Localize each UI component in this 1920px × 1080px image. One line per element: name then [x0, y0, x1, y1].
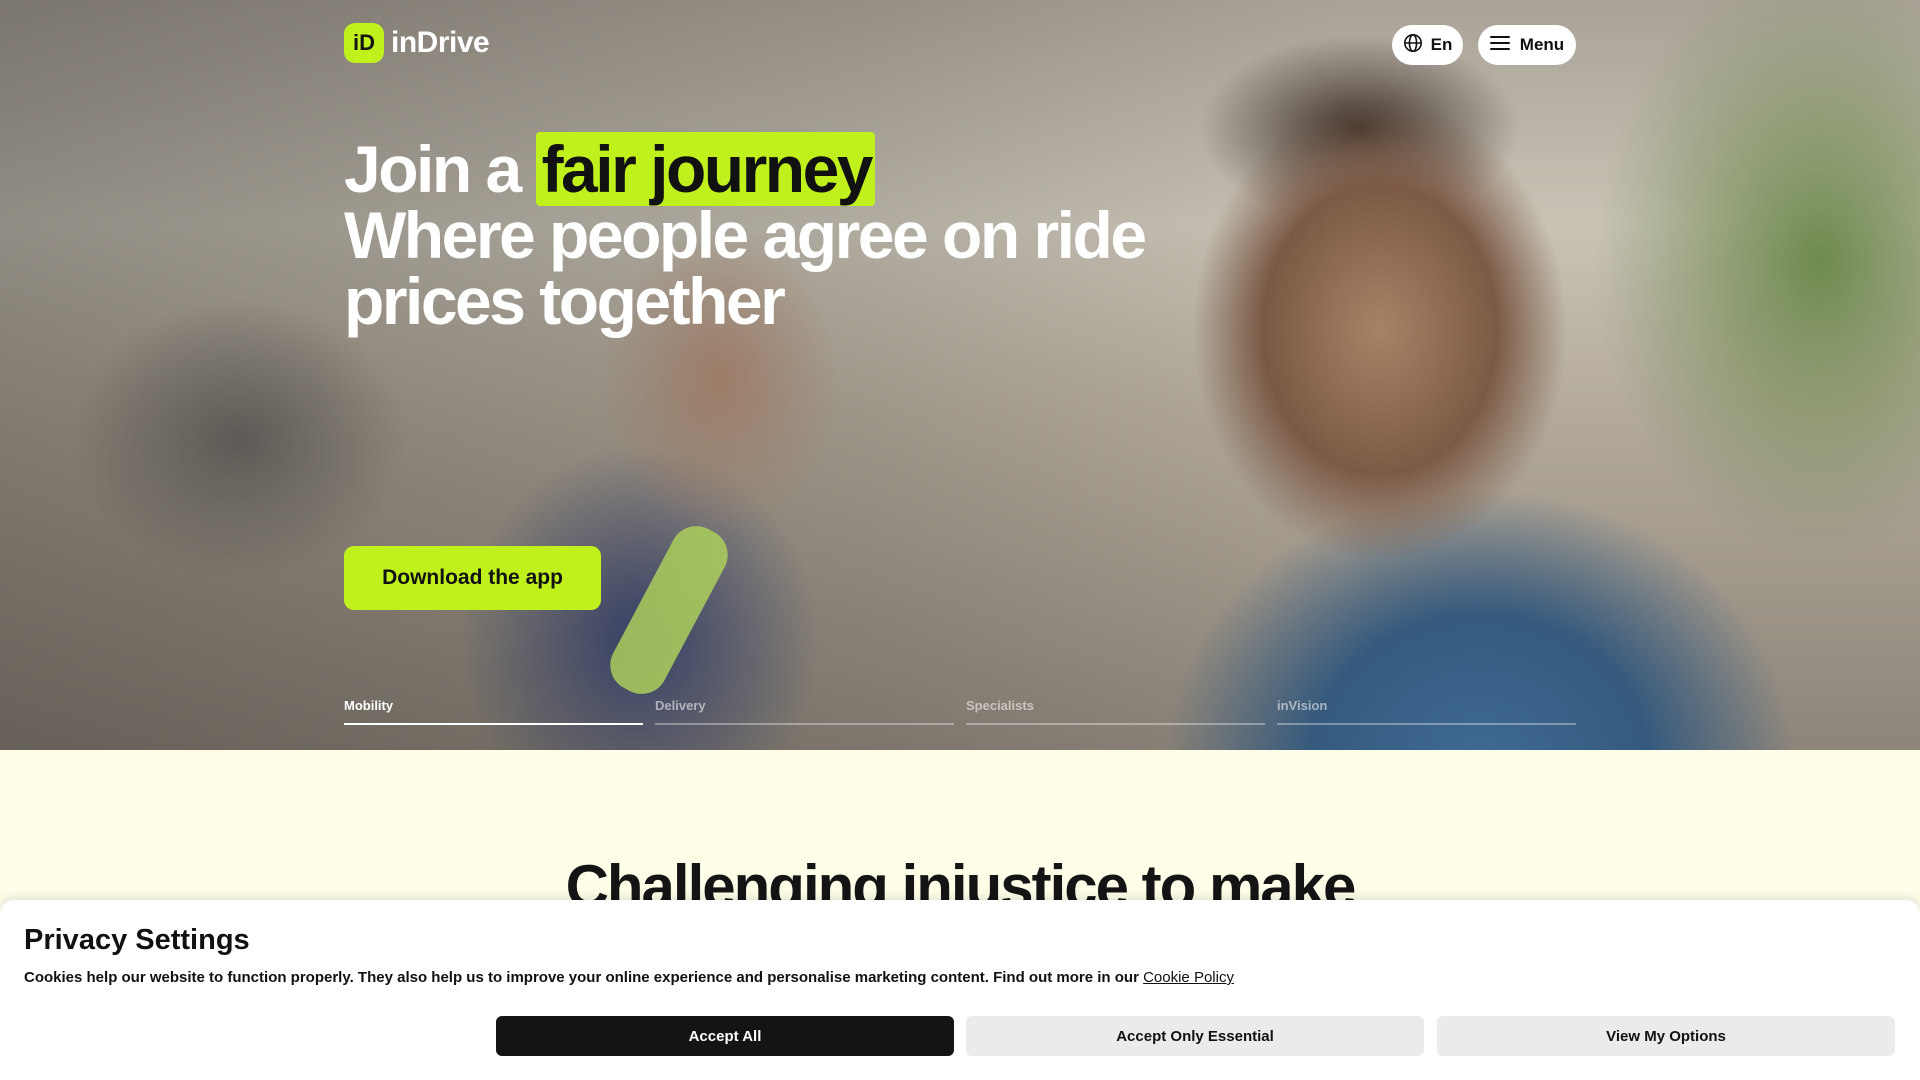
headline-line-2: Where people agree on ride	[344, 198, 1147, 272]
service-tabs: Mobility Delivery Specialists inVision	[344, 698, 1576, 725]
hamburger-icon	[1489, 35, 1510, 56]
cookie-policy-link[interactable]: Cookie Policy	[1143, 969, 1234, 986]
privacy-description: Cookies help our website to function pro…	[24, 969, 1234, 986]
headline-highlight: fair journey	[535, 132, 875, 206]
language-label: En	[1430, 35, 1453, 54]
tab-invision[interactable]: inVision	[1277, 698, 1576, 725]
brand-logo[interactable]: iD inDrive	[344, 23, 490, 63]
site-header: iD inDrive En Menu	[344, 22, 1576, 66]
privacy-banner: Privacy Settings Cookies help our websit…	[0, 900, 1920, 1080]
headline-prefix: Join a	[344, 132, 522, 206]
accept-essential-button[interactable]: Accept Only Essential	[966, 1016, 1424, 1056]
view-options-button[interactable]: View My Options	[1437, 1016, 1895, 1056]
tab-delivery[interactable]: Delivery	[655, 698, 954, 725]
language-button[interactable]: En	[1392, 25, 1463, 65]
privacy-text: Cookies help our website to function pro…	[24, 969, 1139, 986]
menu-button[interactable]: Menu	[1478, 25, 1576, 65]
accept-all-button[interactable]: Accept All	[496, 1016, 954, 1056]
download-app-button[interactable]: Download the app	[344, 546, 601, 610]
globe-icon	[1403, 33, 1423, 58]
logo-mark-icon: iD	[344, 23, 384, 63]
menu-label: Menu	[1519, 35, 1565, 54]
hero-headline: Join a fair journey Where people agree o…	[344, 132, 1147, 338]
hero-section	[0, 0, 1920, 750]
hero-photo-detail	[601, 516, 737, 704]
tab-mobility[interactable]: Mobility	[344, 698, 643, 725]
privacy-title: Privacy Settings	[24, 924, 250, 956]
headline-line-3: prices together	[344, 264, 786, 338]
logo-text: inDrive	[391, 26, 490, 59]
tab-specialists[interactable]: Specialists	[966, 698, 1265, 725]
